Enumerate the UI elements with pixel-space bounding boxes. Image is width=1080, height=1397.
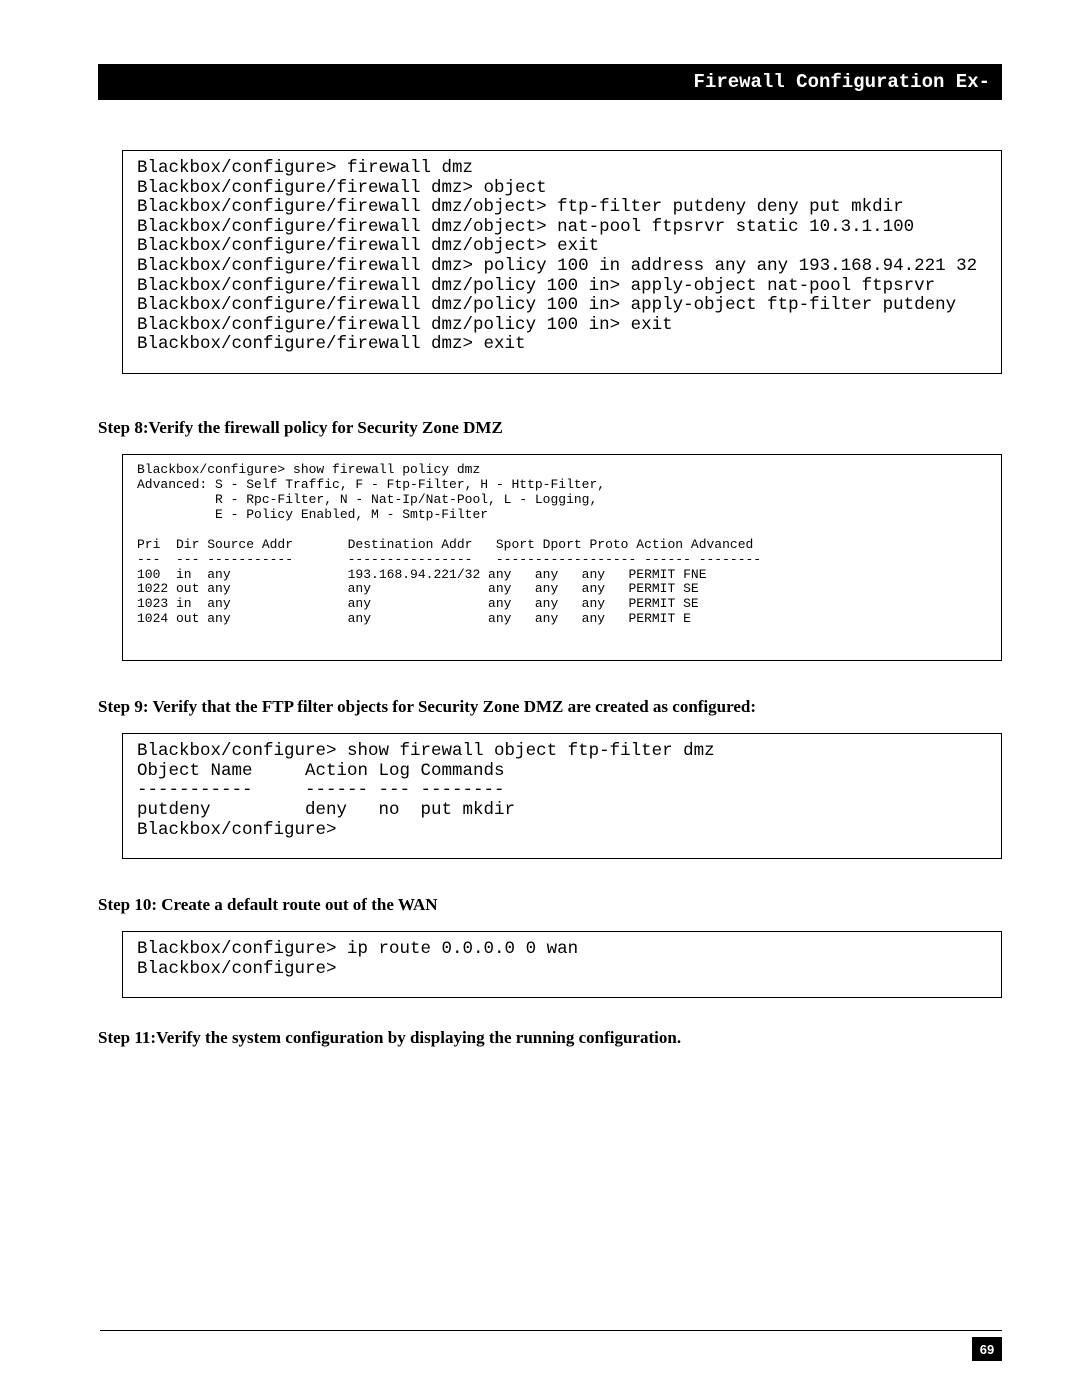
footer-rule <box>100 1330 1002 1331</box>
code-block-1: Blackbox/configure> firewall dmz Blackbo… <box>122 150 1002 374</box>
step9-heading: Step 9: Verify that the FTP filter objec… <box>98 697 1002 717</box>
code-block-3: Blackbox/configure> show firewall object… <box>122 733 1002 859</box>
header-title: Firewall Configuration Ex- <box>694 71 990 93</box>
page-content: Blackbox/configure> firewall dmz Blackbo… <box>98 150 1002 1064</box>
step11-heading: Step 11:Verify the system configuration … <box>98 1028 1002 1048</box>
step8-heading: Step 8:Verify the firewall policy for Se… <box>98 418 1002 438</box>
step10-heading: Step 10: Create a default route out of t… <box>98 895 1002 915</box>
page-number-value: 69 <box>980 1342 994 1357</box>
code-block-4: Blackbox/configure> ip route 0.0.0.0 0 w… <box>122 931 1002 998</box>
code-block-2: Blackbox/configure> show firewall policy… <box>122 454 1002 661</box>
page-header: Firewall Configuration Ex- <box>98 64 1002 100</box>
page-number: 69 <box>972 1337 1002 1361</box>
